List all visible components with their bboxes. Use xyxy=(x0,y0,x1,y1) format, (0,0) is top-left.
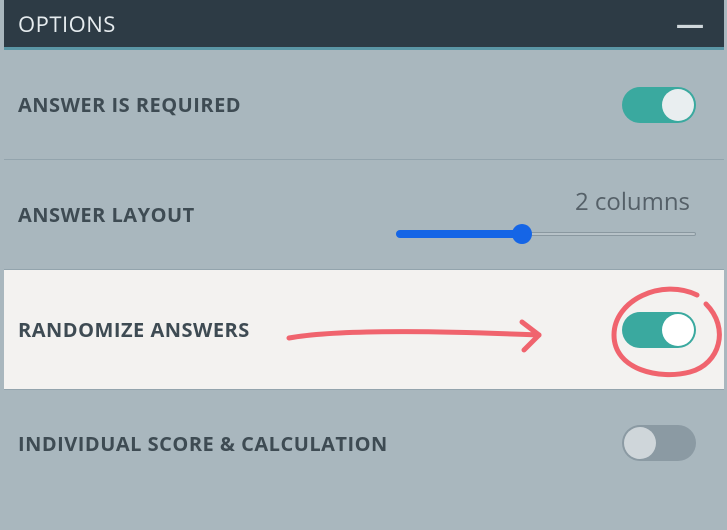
options-panel: OPTIONS — ANSWER IS REQUIRED ANSWER LAYO… xyxy=(4,0,724,496)
option-row-required: ANSWER IS REQUIRED xyxy=(4,50,724,160)
toggle-knob xyxy=(662,89,694,121)
toggle-individual[interactable] xyxy=(622,425,696,461)
slider-fill xyxy=(396,230,522,238)
layout-slider-block: 2 columns xyxy=(396,185,696,244)
toggle-randomize[interactable] xyxy=(622,312,696,348)
collapse-icon[interactable]: — xyxy=(676,10,704,38)
option-label-randomize: RANDOMIZE ANSWERS xyxy=(18,316,250,343)
toggle-knob xyxy=(662,314,694,346)
panel-header[interactable]: OPTIONS — xyxy=(4,0,724,50)
layout-slider[interactable] xyxy=(396,224,696,244)
option-row-individual: INDIVIDUAL SCORE & CALCULATION xyxy=(4,390,724,496)
option-label-individual: INDIVIDUAL SCORE & CALCULATION xyxy=(18,430,388,457)
option-label-layout: ANSWER LAYOUT xyxy=(18,201,195,228)
panel-title: OPTIONS xyxy=(18,9,116,39)
slider-thumb[interactable] xyxy=(512,224,532,244)
toggle-required[interactable] xyxy=(622,87,696,123)
option-label-required: ANSWER IS REQUIRED xyxy=(18,91,241,118)
option-row-layout: ANSWER LAYOUT 2 columns xyxy=(4,160,724,270)
toggle-knob xyxy=(624,427,656,459)
annotation-arrow-icon xyxy=(284,310,564,360)
option-row-randomize: RANDOMIZE ANSWERS xyxy=(4,270,724,390)
layout-slider-value: 2 columns xyxy=(396,185,696,218)
